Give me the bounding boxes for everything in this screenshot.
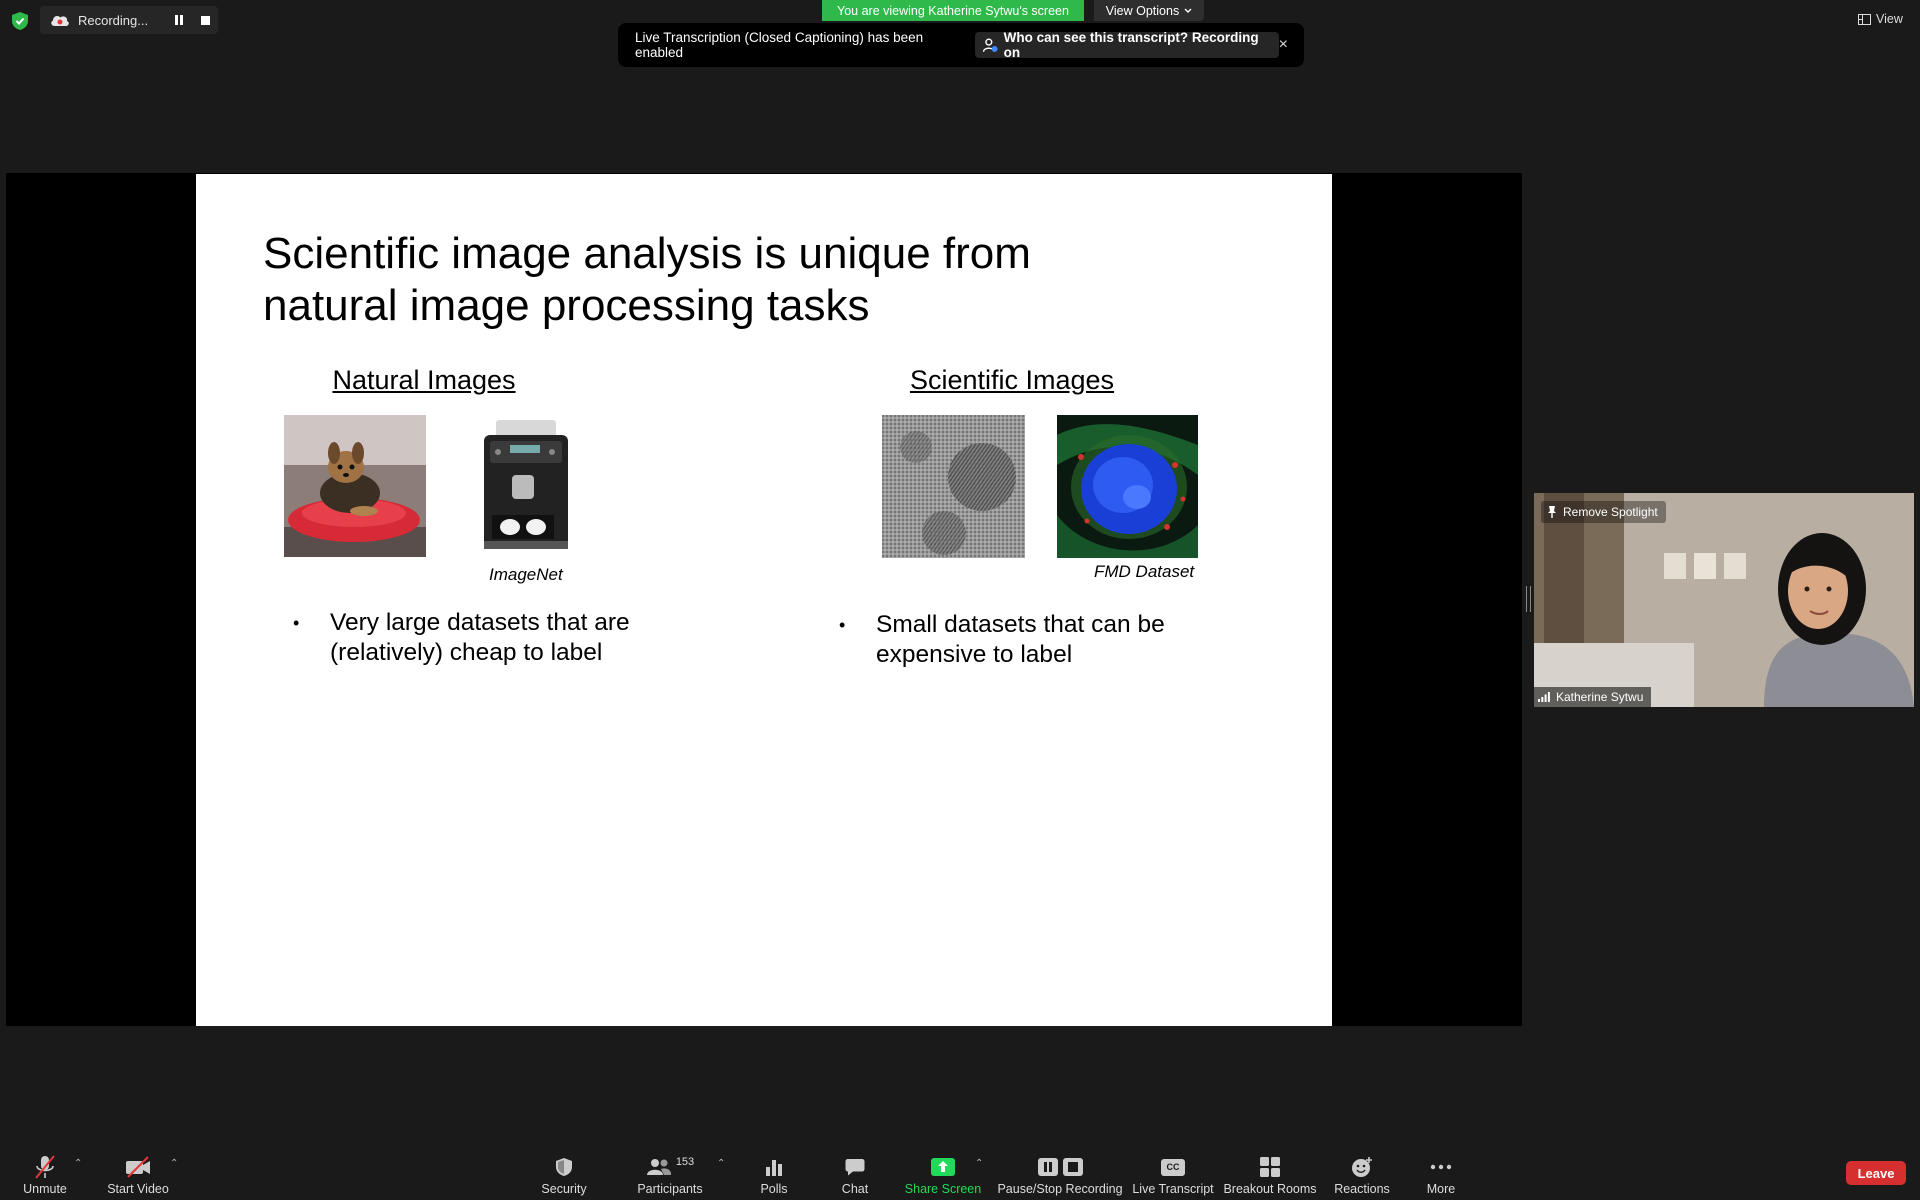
- more-label: More: [1426, 1182, 1456, 1196]
- scientific-images-heading: Scientific Images: [909, 365, 1115, 395]
- breakout-rooms-button[interactable]: Breakout Rooms: [1223, 1150, 1317, 1196]
- video-camera-off-icon: [126, 1156, 150, 1178]
- fluorescence-microscopy-image: [1057, 415, 1198, 558]
- start-video-button[interactable]: Start Video: [104, 1150, 172, 1196]
- coffee-machine-photo: [466, 417, 580, 557]
- participants-button[interactable]: 153 Participants: [636, 1150, 704, 1196]
- microscopy-grayscale-image: [882, 415, 1025, 558]
- right-bullet: • Small datasets that can be expensive t…: [839, 610, 1259, 672]
- bullet-marker: •: [293, 613, 300, 633]
- signal-strength-icon: [1538, 692, 1550, 702]
- stop-recording-button[interactable]: [192, 9, 218, 31]
- remove-spotlight-label: Remove Spotlight: [1563, 505, 1658, 519]
- pause-stop-recording-label: Pause/Stop Recording: [997, 1182, 1123, 1196]
- audio-options-caret[interactable]: ⌃: [74, 1158, 82, 1169]
- participants-options-caret[interactable]: ⌃: [717, 1158, 725, 1169]
- share-screen-label: Share Screen: [904, 1182, 982, 1196]
- reactions-label: Reactions: [1334, 1182, 1390, 1196]
- security-button[interactable]: Security: [536, 1150, 592, 1196]
- right-bullet-line: expensive to label: [876, 641, 1073, 668]
- recording-indicator: Recording...: [40, 6, 218, 34]
- left-bullet: • Very large datasets that are (relative…: [293, 608, 713, 670]
- slide-title: Scientific image analysis is unique from…: [263, 228, 1163, 332]
- left-bullet-line: (relatively) cheap to label: [330, 639, 603, 666]
- leave-button[interactable]: Leave: [1846, 1161, 1906, 1185]
- view-options-button[interactable]: View Options: [1094, 0, 1204, 21]
- encryption-shield-icon[interactable]: [12, 12, 28, 30]
- live-transcript-label: Live Transcript: [1132, 1182, 1214, 1196]
- closed-caption-icon: CC: [1161, 1158, 1185, 1176]
- participant-name-tag: Katherine Sytwu: [1534, 687, 1652, 707]
- share-screen-icon: [931, 1158, 955, 1176]
- recording-label: Recording...: [78, 12, 149, 28]
- pause-recording-button[interactable]: [166, 9, 192, 31]
- start-video-label: Start Video: [107, 1182, 169, 1196]
- panel-resize-handle[interactable]: [1526, 586, 1531, 612]
- smiley-plus-icon: [1352, 1157, 1372, 1177]
- cloud-recording-icon: [51, 15, 69, 26]
- slide-title-line: natural image processing tasks: [263, 281, 870, 330]
- participants-icon: [646, 1159, 671, 1175]
- shield-icon: [556, 1158, 572, 1176]
- bar-chart-icon: [766, 1160, 782, 1176]
- share-screen-button[interactable]: Share Screen: [904, 1150, 982, 1196]
- who-can-see-label: Who can see this transcript? Recording o…: [1003, 30, 1259, 60]
- close-icon[interactable]: ×: [1279, 36, 1288, 54]
- participant-video-feed: [1534, 493, 1914, 707]
- chevron-down-icon: [1184, 8, 1192, 13]
- unmute-button[interactable]: Unmute: [14, 1150, 76, 1196]
- view-options-label: View Options: [1105, 3, 1180, 18]
- participants-label: Participants: [637, 1182, 703, 1196]
- stop-icon: [1062, 1158, 1083, 1176]
- participant-name: Katherine Sytwu: [1556, 690, 1644, 704]
- fmd-dataset-caption: FMD Dataset: [1094, 562, 1195, 581]
- unmute-label: Unmute: [23, 1182, 67, 1196]
- security-label: Security: [541, 1182, 587, 1196]
- left-bullet-line: Very large datasets that are: [330, 609, 630, 636]
- breakout-rooms-icon: [1260, 1157, 1280, 1177]
- video-options-caret[interactable]: ⌃: [170, 1158, 178, 1169]
- chat-button[interactable]: Chat: [834, 1150, 876, 1196]
- person-info-icon: [983, 38, 998, 52]
- viewing-screen-banner: You are viewing Katherine Sytwu's screen: [822, 0, 1084, 21]
- participant-video-tile[interactable]: Remove Spotlight Katherine Sytwu: [1534, 493, 1914, 707]
- imagenet-caption: ImageNet: [489, 565, 563, 584]
- presentation-slide: Scientific image analysis is unique from…: [196, 174, 1332, 1026]
- grid-view-icon: [1858, 13, 1871, 25]
- dog-photo: [284, 415, 426, 557]
- live-transcript-button[interactable]: CC Live Transcript: [1132, 1150, 1214, 1196]
- bullet-marker: •: [839, 615, 846, 635]
- remove-spotlight-button[interactable]: Remove Spotlight: [1541, 501, 1666, 523]
- breakout-rooms-label: Breakout Rooms: [1223, 1182, 1317, 1196]
- pause-stop-recording-button[interactable]: Pause/Stop Recording: [997, 1150, 1123, 1196]
- more-dots-icon: [1430, 1164, 1452, 1170]
- view-layout-button[interactable]: View: [1858, 8, 1916, 30]
- reactions-button[interactable]: Reactions: [1332, 1150, 1392, 1196]
- share-options-caret[interactable]: ⌃: [975, 1158, 983, 1169]
- pin-icon: [1548, 506, 1556, 518]
- transcript-notice-text: Live Transcription (Closed Captioning) h…: [635, 30, 924, 60]
- pause-icon: [1037, 1158, 1058, 1176]
- who-can-see-transcript-button[interactable]: Who can see this transcript? Recording o…: [975, 30, 1279, 60]
- slide-title-line: Scientific image analysis is unique from: [263, 229, 1031, 278]
- participants-count: 153: [675, 1156, 695, 1168]
- right-bullet-line: Small datasets that can be: [876, 611, 1165, 638]
- polls-button[interactable]: Polls: [752, 1150, 796, 1196]
- more-button[interactable]: More: [1420, 1150, 1462, 1196]
- transcript-notification: Live Transcription (Closed Captioning) h…: [618, 23, 1304, 67]
- chat-bubble-icon: [845, 1159, 865, 1176]
- chat-label: Chat: [841, 1182, 869, 1196]
- polls-label: Polls: [760, 1182, 788, 1196]
- natural-images-heading: Natural Images: [332, 365, 516, 395]
- view-label: View: [1876, 12, 1903, 26]
- microphone-muted-icon: [35, 1155, 55, 1179]
